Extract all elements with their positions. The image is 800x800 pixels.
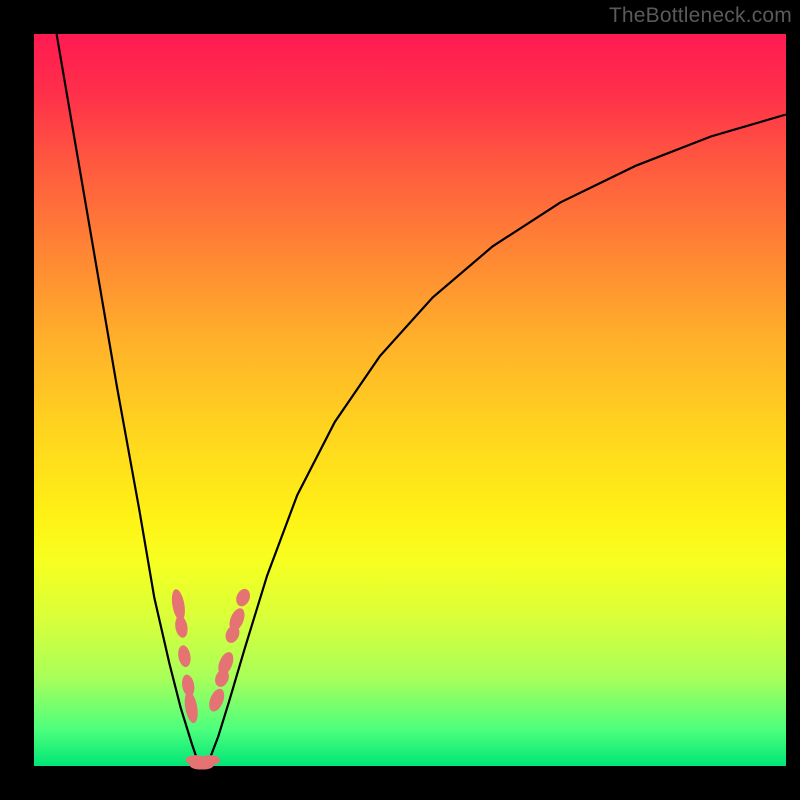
curve-right-branch <box>207 115 786 767</box>
data-marker <box>177 644 193 668</box>
data-marker <box>206 687 227 714</box>
markers-group <box>170 587 253 770</box>
data-marker <box>200 755 220 765</box>
chart-frame: TheBottleneck.com <box>0 0 800 800</box>
curve-left-branch <box>57 34 200 766</box>
curve-group <box>57 34 786 766</box>
data-marker <box>174 615 190 639</box>
chart-svg <box>34 34 786 766</box>
data-marker <box>234 587 253 609</box>
plot-area <box>34 34 786 766</box>
watermark-text: TheBottleneck.com <box>609 4 792 28</box>
